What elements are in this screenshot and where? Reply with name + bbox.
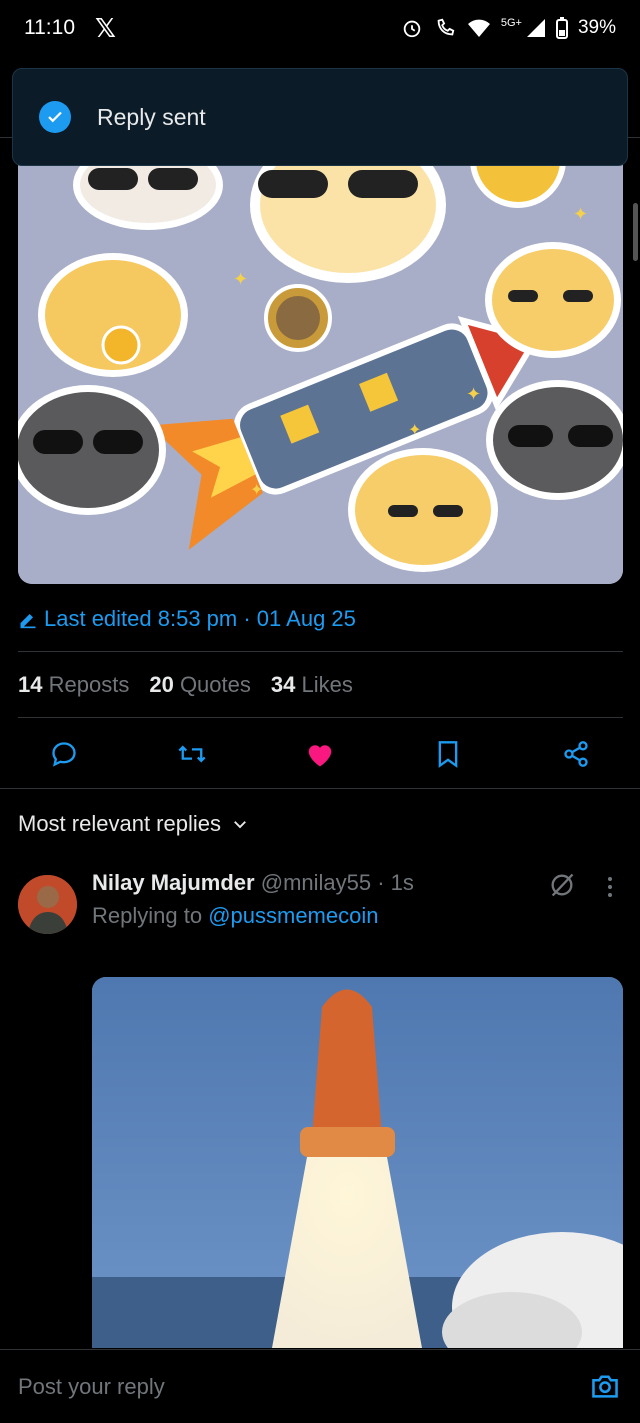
svg-text:✦: ✦ — [408, 422, 421, 439]
replying-to: Replying to @pussmemecoin — [92, 903, 378, 929]
battery-icon — [555, 17, 568, 39]
repost-icon — [178, 745, 206, 763]
more-options-button[interactable] — [606, 876, 614, 903]
battery-percent: 39% — [577, 17, 616, 38]
likes-count: 34 — [270, 672, 296, 697]
like-button[interactable] — [304, 738, 336, 770]
likes-stat[interactable]: 34 Likes — [271, 672, 353, 698]
reply-header: Nilay Majumder @mnilay55 · 1s — [92, 870, 414, 896]
share-button[interactable] — [560, 738, 592, 770]
status-time: 11:10 — [24, 16, 75, 39]
check-icon — [39, 101, 71, 133]
svg-text:✦: ✦ — [250, 482, 263, 499]
chevron-down-icon — [234, 821, 246, 829]
x-logo-icon: 𝕏 — [95, 12, 116, 43]
replying-prefix: Replying to — [92, 903, 209, 928]
quotes-label: Quotes — [179, 672, 251, 697]
replying-to-link[interactable]: @pussmemecoin — [208, 903, 378, 928]
reply-icon — [52, 742, 76, 767]
more-vertical-icon — [608, 877, 612, 897]
alarm-icon — [403, 20, 421, 38]
wifi-icon — [467, 19, 490, 37]
reply-button[interactable] — [48, 738, 80, 770]
divider — [18, 651, 623, 652]
svg-text:✦: ✦ — [233, 269, 248, 289]
reposts-count: 14 — [18, 672, 43, 697]
bookmark-button[interactable] — [432, 738, 464, 770]
reply-input[interactable]: Post your reply — [18, 1374, 165, 1400]
camera-button[interactable] — [590, 1372, 620, 1405]
bookmark-icon — [438, 741, 458, 768]
reply-author-handle[interactable]: @mnilay55 · 1s — [261, 870, 414, 895]
status-icons: 5G+ 39% — [401, 17, 616, 39]
sort-label: Most relevant replies — [18, 811, 221, 836]
rocket-launch-image — [92, 977, 623, 1348]
network-type: 5G+ — [500, 17, 522, 29]
status-bar: 11:10 𝕏 5G+ 39% — [0, 0, 640, 56]
toast-text: Reply sent — [97, 103, 206, 130]
svg-text:✦: ✦ — [466, 384, 481, 404]
post-stats: 14 Reposts 20 Quotes 34 Likes — [18, 672, 353, 698]
post-action-bar — [0, 722, 640, 786]
reply-sent-toast[interactable]: Reply sent — [12, 68, 628, 166]
svg-text:✦: ✦ — [573, 204, 588, 224]
share-icon — [564, 741, 588, 767]
reposts-stat[interactable]: 14 Reposts — [18, 672, 129, 698]
reply-composer[interactable]: Post your reply — [0, 1349, 640, 1423]
edit-pencil-icon — [20, 614, 36, 629]
quotes-count: 20 — [149, 672, 174, 697]
scrollbar-thumb[interactable] — [633, 203, 638, 261]
replies-sort-dropdown[interactable]: Most relevant replies — [18, 811, 249, 837]
quotes-stat[interactable]: 20 Quotes — [149, 672, 251, 698]
avatar[interactable] — [18, 875, 77, 934]
divider — [18, 717, 623, 718]
last-edited-text: Last edited 8:53 pm · 01 Aug 25 — [44, 606, 356, 631]
post-image[interactable]: ✦ ✦ ✦ ✦ ✦ — [18, 150, 623, 584]
camera-icon — [592, 1375, 618, 1398]
divider — [0, 788, 640, 789]
reposts-label: Reposts — [48, 672, 130, 697]
signal-icon — [526, 19, 545, 37]
last-edited-link[interactable]: Last edited 8:53 pm · 01 Aug 25 — [18, 606, 356, 632]
likes-label: Likes — [301, 672, 353, 697]
repost-button[interactable] — [176, 738, 208, 770]
reply-image[interactable] — [92, 977, 623, 1348]
grok-button[interactable] — [548, 871, 576, 904]
grok-icon — [551, 873, 574, 897]
reply-author-name[interactable]: Nilay Majumder — [92, 870, 255, 895]
cats-rocket-illustration: ✦ ✦ ✦ ✦ ✦ — [18, 150, 623, 584]
like-icon — [308, 745, 332, 767]
wifi-call-icon — [437, 18, 455, 36]
